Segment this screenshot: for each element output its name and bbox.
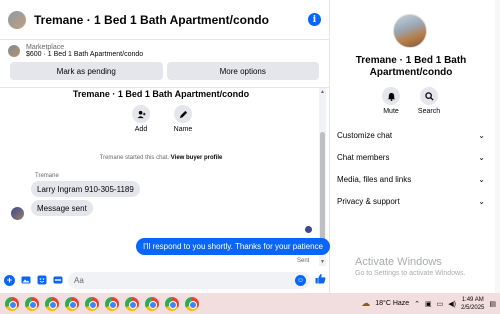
listing-photo[interactable] bbox=[393, 14, 427, 48]
chrome-icon[interactable] bbox=[105, 296, 119, 311]
incoming-message[interactable]: Larry Ingram 910-305-1189 bbox=[31, 181, 140, 197]
marketplace-label: Marketplace bbox=[26, 44, 65, 51]
chat-avatar[interactable] bbox=[8, 10, 26, 29]
search-button[interactable]: Search bbox=[417, 87, 441, 115]
chrome-icon[interactable] bbox=[185, 296, 199, 311]
name-label: Name bbox=[173, 126, 193, 133]
outgoing-message[interactable]: I'll respond to you shortly. Thanks for … bbox=[136, 238, 330, 255]
marketplace-banner: Marketplace $600 · 1 Bed 1 Bath Apartmen… bbox=[0, 40, 329, 88]
photo-icon[interactable] bbox=[20, 275, 31, 286]
more-options-button[interactable]: More options bbox=[166, 62, 319, 80]
mark-as-pending-button[interactable]: Mark as pending bbox=[10, 62, 163, 80]
notification-icon[interactable]: ▤ bbox=[489, 300, 496, 308]
section-label: Privacy & support bbox=[337, 196, 400, 206]
mute-button[interactable]: Mute bbox=[381, 87, 401, 115]
listing-thumbnail[interactable] bbox=[8, 45, 20, 57]
info-title: Tremane · 1 Bed 1 Bath Apartment/condo bbox=[355, 55, 467, 78]
activate-windows-watermark: Activate Windows Go to Settings to activ… bbox=[355, 256, 466, 277]
thumbs-up-icon[interactable] bbox=[315, 273, 326, 287]
chrome-icon[interactable] bbox=[45, 296, 59, 311]
pencil-icon bbox=[174, 105, 192, 123]
section-privacy-support[interactable]: Privacy & support ⌄ bbox=[331, 190, 491, 212]
composer: + Aa ☺ bbox=[0, 269, 330, 291]
add-people-button[interactable]: Add bbox=[130, 105, 152, 133]
info-sections: Customize chat ⌄ Chat members ⌄ Media, f… bbox=[331, 124, 491, 212]
chrome-icon[interactable] bbox=[125, 296, 139, 311]
bell-icon bbox=[382, 87, 400, 105]
system-message: Tremane started this chat. View buyer pr… bbox=[0, 155, 322, 161]
listing-title[interactable]: $600 · 1 Bed 1 Bath Apartment/condo bbox=[26, 51, 143, 58]
chrome-icon[interactable] bbox=[5, 296, 19, 311]
system-text: Tremane started this chat. bbox=[99, 155, 170, 161]
sent-status: Sent bbox=[297, 258, 310, 264]
name-chat-button[interactable]: Name bbox=[172, 105, 194, 133]
chevron-down-icon: ⌄ bbox=[478, 174, 485, 184]
conversation-info-pane: Tremane · 1 Bed 1 Bath Apartment/condo M… bbox=[331, 0, 500, 293]
sender-name: Tremane bbox=[35, 173, 59, 179]
watermark-title: Activate Windows bbox=[355, 256, 442, 268]
chrome-icon[interactable] bbox=[25, 296, 39, 311]
add-person-icon bbox=[132, 105, 150, 123]
conversation-title: Tremane · 1 Bed 1 Bath Apartment/condo bbox=[72, 89, 250, 99]
chrome-icon[interactable] bbox=[165, 296, 179, 311]
section-label: Customize chat bbox=[337, 130, 393, 140]
gif-icon[interactable] bbox=[52, 275, 63, 286]
incoming-message[interactable]: Message sent bbox=[31, 200, 93, 216]
section-customize-chat[interactable]: Customize chat ⌄ bbox=[331, 124, 491, 146]
search-icon bbox=[420, 87, 438, 105]
info-icon[interactable]: i bbox=[308, 13, 321, 26]
taskbar: ☁ 18°C Haze ⌃ ▣ ▭ ◀) 1:49 AM 2/5/2025 ▤ bbox=[0, 293, 500, 314]
section-label: Media, files and links bbox=[337, 174, 412, 184]
emoji-icon[interactable]: ☺ bbox=[295, 274, 306, 286]
mute-label: Mute bbox=[383, 108, 399, 115]
chevron-down-icon: ⌄ bbox=[478, 196, 485, 206]
chevron-up-icon[interactable]: ⌃ bbox=[414, 300, 420, 308]
watermark-subtitle: Go to Settings to activate Windows. bbox=[355, 270, 466, 277]
chat-title[interactable]: Tremane · 1 Bed 1 Bath Apartment/condo bbox=[34, 13, 308, 27]
read-receipt-avatar bbox=[305, 226, 312, 233]
chevron-down-icon: ⌄ bbox=[478, 152, 485, 162]
view-buyer-profile-link[interactable]: View buyer profile bbox=[171, 155, 223, 161]
chrome-icon[interactable] bbox=[65, 296, 79, 311]
clock[interactable]: 1:49 AM 2/5/2025 bbox=[461, 296, 484, 312]
chat-header: Tremane · 1 Bed 1 Bath Apartment/condo i bbox=[0, 0, 329, 40]
sticker-icon[interactable] bbox=[36, 275, 47, 286]
network-icon[interactable]: ▣ bbox=[425, 300, 432, 308]
plus-icon[interactable]: + bbox=[4, 274, 15, 286]
section-media-files-links[interactable]: Media, files and links ⌄ bbox=[331, 168, 491, 190]
section-label: Chat members bbox=[337, 152, 390, 162]
volume-icon[interactable]: ◀) bbox=[448, 300, 456, 308]
chat-pane: Tremane · 1 Bed 1 Bath Apartment/condo i… bbox=[0, 0, 330, 293]
info-scrollbar[interactable] bbox=[495, 0, 500, 293]
weather-text[interactable]: 18°C Haze bbox=[375, 300, 409, 307]
sender-avatar[interactable] bbox=[11, 207, 24, 220]
search-label: Search bbox=[417, 108, 441, 115]
message-placeholder: Aa bbox=[74, 275, 84, 285]
system-tray: ☁ 18°C Haze ⌃ ▣ ▭ ◀) 1:49 AM 2/5/2025 ▤ bbox=[361, 293, 496, 314]
clock-time: 1:49 AM bbox=[461, 296, 484, 303]
clock-date: 2/5/2025 bbox=[461, 304, 485, 311]
chrome-icon[interactable] bbox=[145, 296, 159, 311]
battery-icon[interactable]: ▭ bbox=[437, 300, 444, 308]
messenger-window: Tremane · 1 Bed 1 Bath Apartment/condo i… bbox=[0, 0, 500, 314]
chrome-icon[interactable] bbox=[85, 296, 99, 311]
message-list: Tremane · 1 Bed 1 Bath Apartment/condo A… bbox=[0, 89, 330, 266]
section-chat-members[interactable]: Chat members ⌄ bbox=[331, 146, 491, 168]
add-label: Add bbox=[134, 126, 148, 133]
chevron-down-icon: ⌄ bbox=[478, 130, 485, 140]
weather-haze-icon[interactable]: ☁ bbox=[361, 298, 370, 309]
message-input[interactable]: Aa ☺ bbox=[68, 271, 310, 289]
